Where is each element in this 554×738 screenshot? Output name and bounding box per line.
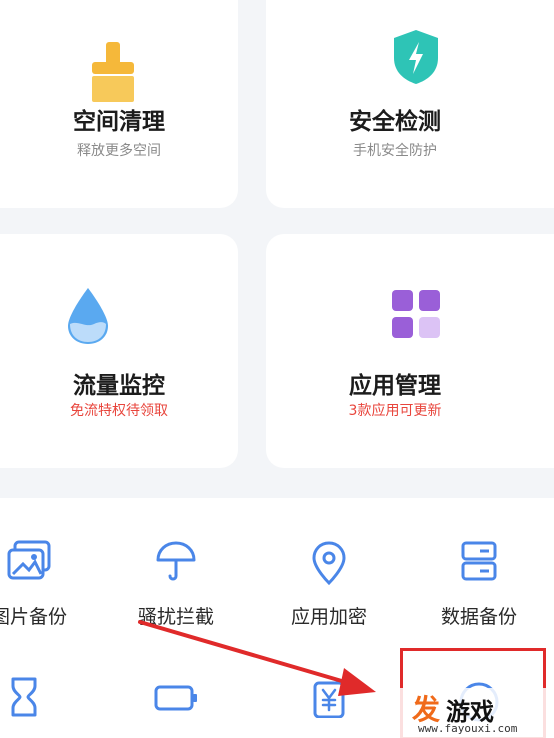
- card-subtitle: 释放更多空间: [77, 143, 161, 159]
- tool-harass-block[interactable]: 骚扰拦截: [107, 540, 245, 640]
- shield-bolt-icon: [390, 28, 442, 90]
- tool-label: 骚扰拦截: [137, 606, 214, 628]
- water-drop-icon: [64, 286, 112, 350]
- app-grid-icon: [392, 290, 440, 342]
- card-app-manage[interactable]: 应用管理 3款应用可更新: [266, 234, 554, 468]
- lock-pin-icon: [310, 540, 348, 590]
- storage-icon: [460, 540, 498, 586]
- yuan-icon: [312, 680, 346, 722]
- tool-app-encrypt[interactable]: 应用加密: [260, 540, 398, 640]
- card-data-monitor[interactable]: 流量监控 免流特权待领取: [0, 234, 238, 468]
- battery-icon: [153, 684, 199, 716]
- tool-hourglass[interactable]: [0, 676, 93, 738]
- broom-icon: [88, 42, 138, 106]
- watermark-url: www.fayouxi.com: [418, 722, 518, 735]
- tool-payment[interactable]: [260, 680, 398, 738]
- card-title: 应用管理: [349, 373, 441, 399]
- card-subtitle: 免流特权待领取: [70, 403, 168, 419]
- card-space-clean[interactable]: 空间清理 释放更多空间: [0, 0, 238, 208]
- tool-label: 应用加密: [290, 606, 367, 628]
- card-security-check[interactable]: 安全检测 手机安全防护: [266, 0, 554, 208]
- card-subtitle: 手机安全防护: [353, 143, 437, 159]
- card-title: 流量监控: [73, 373, 165, 399]
- tool-data-backup[interactable]: 数据备份: [410, 540, 548, 640]
- tool-battery[interactable]: [107, 684, 245, 738]
- card-subtitle: 3款应用可更新: [348, 403, 442, 419]
- umbrella-icon: [155, 540, 197, 588]
- hourglass-icon: [9, 676, 39, 722]
- tool-label: 数据备份: [440, 606, 517, 628]
- tool-photo-backup[interactable]: 图片备份: [0, 540, 98, 640]
- card-title: 空间清理: [73, 109, 165, 135]
- card-title: 安全检测: [349, 109, 441, 135]
- photo-icon: [7, 540, 51, 584]
- tool-label: 图片备份: [0, 606, 67, 628]
